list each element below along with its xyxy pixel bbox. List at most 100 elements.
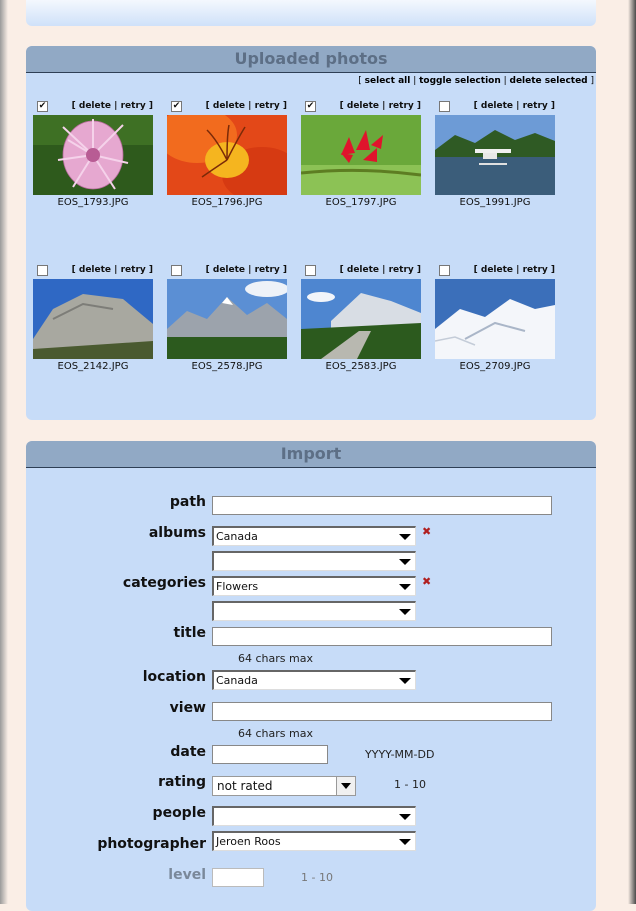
photo-thumb: [ delete | retry ] EOS_1991.JPG [435, 101, 555, 216]
people-select[interactable] [212, 806, 416, 826]
selection-links: [ select all | toggle selection | delete… [358, 76, 594, 86]
date-format-hint: YYYY-MM-DD [365, 748, 435, 761]
level-input[interactable] [212, 868, 264, 887]
photo-checkbox[interactable] [37, 265, 48, 276]
photo-thumb: [ delete | retry ] EOS_2709.JPG [435, 265, 555, 380]
level-label: level [168, 867, 206, 883]
photo-image-glacier[interactable] [435, 279, 555, 359]
delete-link[interactable]: delete [213, 265, 245, 275]
albums-select[interactable]: Canada [212, 526, 416, 546]
albums-value: Canada [216, 530, 258, 543]
photo-image-mountain-range[interactable] [167, 279, 287, 359]
rating-select[interactable]: not rated [212, 776, 356, 796]
photo-actions: [ delete | retry ] [71, 101, 153, 111]
photo-filename: EOS_1991.JPG [459, 197, 531, 208]
categories-select-extra[interactable] [212, 601, 416, 621]
title-input[interactable] [212, 627, 552, 646]
photo-thumb: ✔ [ delete | retry ] EOS_1796.JPG [167, 101, 287, 216]
photo-filename: EOS_2142.JPG [57, 361, 129, 372]
photo-filename: EOS_1796.JPG [191, 197, 263, 208]
photo-image-red-flowers[interactable] [301, 115, 421, 195]
albums-label: albums [148, 525, 206, 541]
photographer-value: Jeroen Roos [216, 835, 281, 848]
chevron-down-icon [399, 584, 411, 590]
date-input[interactable] [212, 745, 328, 764]
photo-filename: EOS_2578.JPG [191, 361, 263, 372]
retry-link[interactable]: retry [121, 101, 146, 111]
level-range-hint: 1 - 10 [301, 871, 333, 884]
view-label: view [169, 700, 206, 716]
retry-link[interactable]: retry [389, 101, 414, 111]
retry-link[interactable]: retry [121, 265, 146, 275]
view-input[interactable] [212, 702, 552, 721]
location-value: Canada [216, 674, 258, 687]
view-hint: 64 chars max [238, 727, 313, 740]
date-label: date [170, 744, 206, 760]
categories-select[interactable]: Flowers [212, 576, 416, 596]
chevron-down-icon [399, 609, 411, 615]
photo-thumb: [ delete | retry ] EOS_2142.JPG [33, 265, 153, 380]
previous-panel-bottom [26, 0, 596, 26]
photo-checkbox[interactable]: ✔ [37, 101, 48, 112]
delete-link[interactable]: delete [481, 101, 513, 111]
photo-filename: EOS_2583.JPG [325, 361, 397, 372]
photographer-label: photographer [97, 836, 206, 852]
retry-link[interactable]: retry [255, 101, 280, 111]
photo-checkbox[interactable]: ✔ [171, 101, 182, 112]
delete-selected-link[interactable]: delete selected [510, 76, 588, 86]
title-label: title [173, 625, 206, 641]
retry-link[interactable]: retry [389, 265, 414, 275]
rating-dropdown-button[interactable] [336, 777, 355, 795]
photo-image-orange-lily[interactable] [167, 115, 287, 195]
path-input[interactable] [212, 496, 552, 515]
title-hint: 64 chars max [238, 652, 313, 665]
photo-actions: [ delete | retry ] [71, 265, 153, 275]
photo-actions: [ delete | retry ] [339, 101, 421, 111]
retry-link[interactable]: retry [523, 101, 548, 111]
photo-thumb: [ delete | retry ] EOS_2578.JPG [167, 265, 287, 380]
photo-thumb: ✔ [ delete | retry ] EOS_1793.JPG [33, 101, 153, 216]
albums-select-extra[interactable] [212, 551, 416, 571]
chevron-down-icon [399, 839, 411, 845]
remove-album-icon[interactable]: ✖ [422, 525, 431, 538]
chevron-down-icon [399, 534, 411, 540]
photo-checkbox[interactable] [171, 265, 182, 276]
rating-label: rating [158, 774, 206, 790]
chevron-down-icon [399, 678, 411, 684]
select-all-link[interactable]: select all [365, 76, 411, 86]
uploaded-photos-panel: Uploaded photos [ select all | toggle se… [26, 46, 596, 420]
photo-actions: [ delete | retry ] [473, 101, 555, 111]
delete-link[interactable]: delete [481, 265, 513, 275]
delete-link[interactable]: delete [79, 265, 111, 275]
delete-link[interactable]: delete [79, 101, 111, 111]
photo-image-pink-flower[interactable] [33, 115, 153, 195]
delete-link[interactable]: delete [347, 265, 379, 275]
remove-category-icon[interactable]: ✖ [422, 575, 431, 588]
chevron-down-icon [399, 559, 411, 565]
photo-checkbox[interactable] [439, 101, 450, 112]
delete-link[interactable]: delete [347, 101, 379, 111]
chevron-down-icon [341, 783, 351, 789]
photo-checkbox[interactable] [439, 265, 450, 276]
photo-filename: EOS_1793.JPG [57, 197, 129, 208]
photo-thumb: [ delete | retry ] EOS_2583.JPG [301, 265, 421, 380]
retry-link[interactable]: retry [523, 265, 548, 275]
photo-checkbox[interactable] [305, 265, 316, 276]
toggle-selection-link[interactable]: toggle selection [419, 76, 501, 86]
photo-image-floatplane-lake[interactable] [435, 115, 555, 195]
location-select[interactable]: Canada [212, 670, 416, 690]
photo-actions: [ delete | retry ] [339, 265, 421, 275]
photo-image-granite-dome[interactable] [33, 279, 153, 359]
photographer-select[interactable]: Jeroen Roos [212, 831, 416, 851]
delete-link[interactable]: delete [213, 101, 245, 111]
retry-link[interactable]: retry [255, 265, 280, 275]
import-title: Import [26, 441, 596, 468]
import-panel: Import path albums Canada ✖ categories F… [26, 441, 596, 911]
photo-image-mountain-road[interactable] [301, 279, 421, 359]
uploaded-photos-title: Uploaded photos [26, 46, 596, 73]
photo-filename: EOS_1797.JPG [325, 197, 397, 208]
photo-thumb: ✔ [ delete | retry ] EOS_1797.JPG [301, 101, 421, 216]
window-right-edge [628, 0, 636, 904]
photo-actions: [ delete | retry ] [205, 101, 287, 111]
photo-checkbox[interactable]: ✔ [305, 101, 316, 112]
